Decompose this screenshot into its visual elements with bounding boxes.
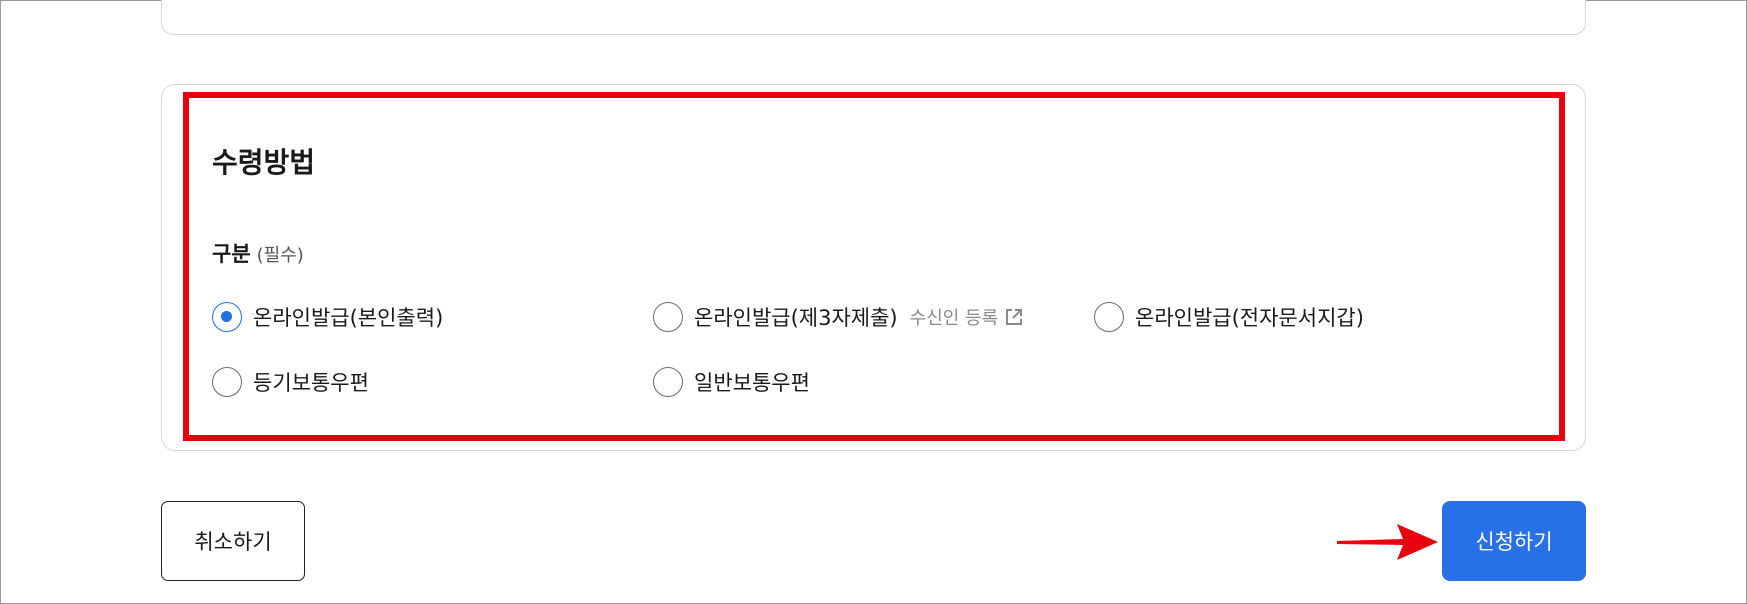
external-link-icon bbox=[1006, 309, 1023, 325]
required-marker: (필수) bbox=[256, 245, 304, 266]
radio-button[interactable] bbox=[653, 302, 683, 332]
cancel-button[interactable]: 취소하기 bbox=[161, 501, 305, 581]
pointer-arrow-icon bbox=[1337, 524, 1438, 560]
radio-label: 일반보통우편 bbox=[694, 371, 810, 395]
radio-option-online-self-print[interactable]: 온라인발급(본인출력) bbox=[212, 301, 443, 333]
recipient-register-label: 수신인 등록 bbox=[909, 308, 999, 329]
radio-label: 온라인발급(전자문서지갑) bbox=[1135, 306, 1364, 330]
section-title: 수령방법 bbox=[212, 146, 316, 179]
radio-button[interactable] bbox=[212, 367, 242, 397]
radio-button[interactable] bbox=[212, 302, 242, 332]
radio-label: 등기보통우편 bbox=[253, 371, 369, 395]
field-label: 구분 (필수) bbox=[212, 238, 304, 268]
apply-button[interactable]: 신청하기 bbox=[1442, 501, 1586, 581]
highlight-box bbox=[183, 92, 1565, 441]
radio-button[interactable] bbox=[1094, 302, 1124, 332]
radio-button[interactable] bbox=[653, 367, 683, 397]
radio-option-regular-mail[interactable]: 일반보통우편 bbox=[653, 366, 810, 398]
radio-option-online-e-wallet[interactable]: 온라인발급(전자문서지갑) bbox=[1094, 301, 1364, 333]
radio-label: 온라인발급(제3자제출) bbox=[694, 306, 898, 330]
field-label-text: 구분 bbox=[212, 242, 251, 266]
radio-option-registered-mail[interactable]: 등기보통우편 bbox=[212, 366, 369, 398]
radio-option-online-third-party[interactable]: 온라인발급(제3자제출) 수신인 등록 bbox=[653, 301, 1024, 333]
radio-label: 온라인발급(본인출력) bbox=[253, 306, 444, 330]
previous-section-card bbox=[161, 0, 1586, 35]
recipient-register-link[interactable]: 수신인 등록 bbox=[910, 304, 1025, 330]
